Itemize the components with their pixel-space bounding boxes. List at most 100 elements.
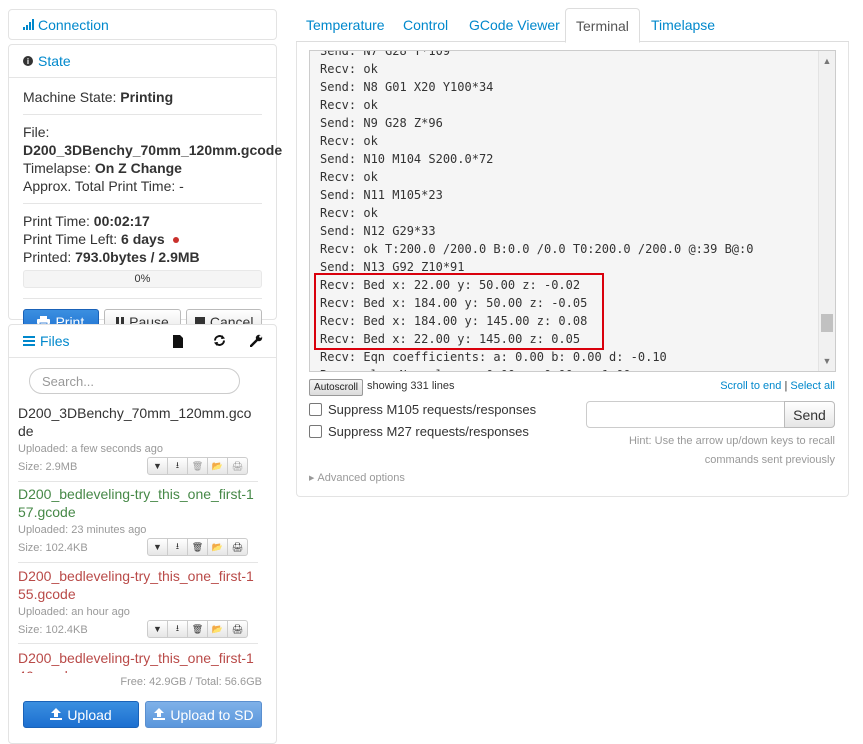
terminal-line: Send: N11 M105*23 <box>320 188 443 202</box>
file-item-uploaded: Uploaded: 23 minutes ago <box>18 524 147 536</box>
terminal-line: Recv: ok T:200.0 /200.0 B:0.0 /0.0 T0:20… <box>320 242 754 256</box>
select-all-link[interactable]: Select all <box>790 380 835 392</box>
trash-icon[interactable]: 🗑 <box>187 538 208 556</box>
search-placeholder: Search... <box>42 373 95 389</box>
files-header[interactable]: Files <box>9 325 276 358</box>
connection-title: Connection <box>38 16 109 33</box>
state-title: State <box>38 53 71 69</box>
connection-header[interactable]: Connection <box>9 10 276 39</box>
suppress-m27-row[interactable]: Suppress M27 requests/responses <box>309 424 529 439</box>
print-time-row: Print Time: 00:02:17 <box>23 212 262 230</box>
info-circle-icon: i <box>23 56 33 66</box>
file-item-name[interactable]: D200_bedleveling-try_this_one_first-146.… <box>18 649 258 673</box>
suppress-m27-label: Suppress M27 requests/responses <box>328 424 529 439</box>
scroll-to-end-link[interactable]: Scroll to end <box>720 380 781 392</box>
machine-state-value: Printing <box>120 89 174 105</box>
file-item-name[interactable]: D200_bedleveling-try_this_one_first-155.… <box>18 567 258 603</box>
terminal-line: Send: N9 G28 Z*96 <box>320 116 443 130</box>
tab-control[interactable]: Control <box>393 8 458 42</box>
terminal-line: Send: N8 G01 X20 Y100*34 <box>320 80 494 94</box>
print-progress-bar: 0% <box>23 270 262 288</box>
terminal-line: Recv: ok <box>320 98 378 112</box>
suppress-m105-label: Suppress M105 requests/responses <box>328 402 537 417</box>
tab-temperature[interactable]: Temperature <box>296 8 395 42</box>
download-icon[interactable]: ⭳ <box>167 620 188 638</box>
autoscroll-button[interactable]: Autoscroll <box>309 379 363 396</box>
approx-row: Approx. Total Print Time: - <box>23 177 262 195</box>
command-input[interactable] <box>586 401 785 428</box>
approx-value: - <box>179 178 184 194</box>
print-icon[interactable]: 🖨 <box>227 620 248 638</box>
tab-gcode-viewer[interactable]: GCode Viewer <box>459 8 570 42</box>
upload-to-sd-label: Upload to SD <box>170 706 254 723</box>
print-icon[interactable]: 🖨 <box>227 538 248 556</box>
upload-button-label: Upload <box>67 706 112 723</box>
state-header[interactable]: i State <box>9 45 276 78</box>
printed-row: Printed: 793.0bytes / 2.9MB <box>23 248 262 266</box>
link-separator: | <box>784 380 788 392</box>
terminal-line: Recv: ok <box>320 62 378 76</box>
approx-label: Approx. Total Print Time: <box>23 178 176 194</box>
upload-to-sd-button[interactable]: Upload to SD <box>145 701 262 728</box>
terminal-line: Recv: ok <box>320 206 378 220</box>
time-left-indicator-icon <box>172 237 179 244</box>
advanced-options-label: Advanced options <box>317 472 405 484</box>
chevron-down-icon[interactable]: ▼ <box>147 538 168 556</box>
download-icon[interactable]: ⭳ <box>167 538 188 556</box>
upload-icon <box>153 707 166 723</box>
file-icon[interactable] <box>173 335 183 351</box>
refresh-icon[interactable] <box>213 334 226 350</box>
connection-panel: Connection <box>8 9 277 40</box>
terminal-links: Scroll to end | Select all <box>720 380 835 392</box>
suppress-m27-checkbox[interactable] <box>309 425 322 438</box>
scroll-down-icon[interactable]: ▼ <box>819 353 835 369</box>
trash-icon[interactable]: 🗑 <box>187 457 208 475</box>
folder-open-icon[interactable]: 📂 <box>207 620 228 638</box>
scroll-up-icon[interactable]: ▲ <box>819 53 835 69</box>
wrench-icon[interactable] <box>249 334 263 350</box>
chevron-down-icon[interactable]: ▼ <box>147 620 168 638</box>
terminal-line: Recv: ok <box>320 134 378 148</box>
send-button-label: Send <box>793 406 826 423</box>
machine-state-label: Machine State: <box>23 89 117 105</box>
file-actions: ▼ ⭳ 🗑 📂 🖨 <box>147 538 857 556</box>
print-icon[interactable]: 🖨 <box>227 457 248 475</box>
file-name-value: D200_3DBenchy_70mm_120mm.gcode <box>23 142 283 158</box>
files-search-input[interactable]: Search... <box>29 368 240 394</box>
timelapse-value: On Z Change <box>94 160 182 176</box>
terminal-line: Recv: Eqn coefficients: a: 0.00 b: 0.00 … <box>320 350 667 364</box>
folder-open-icon[interactable]: 📂 <box>207 457 228 475</box>
advanced-options-toggle[interactable]: ▶ Advanced options <box>309 472 405 484</box>
scrollbar-thumb[interactable] <box>821 314 833 332</box>
time-left-value: 6 days <box>121 231 165 247</box>
terminal-line: Send: N10 M104 S200.0*72 <box>320 152 494 166</box>
terminal-line: Recv: planeNormal: x: -0.00 y: 0.00 z: 1… <box>320 366 753 371</box>
signal-bars-icon <box>23 19 34 30</box>
terminal-line: Send: N12 G29*33 <box>320 224 436 238</box>
timelapse-label: Timelapse: <box>23 160 91 176</box>
time-left-row: Print Time Left: 6 days <box>23 230 262 248</box>
suppress-m105-row[interactable]: Suppress M105 requests/responses <box>309 402 536 417</box>
trash-icon[interactable]: 🗑 <box>187 620 208 638</box>
files-title: Files <box>40 333 70 349</box>
chevron-down-icon[interactable]: ▼ <box>147 457 168 475</box>
terminal-scrollbar[interactable]: ▲ ▼ <box>818 51 835 371</box>
state-panel: i State Machine State: Printing File: D2… <box>8 44 283 335</box>
terminal-line: Recv: ok <box>320 170 378 184</box>
send-button[interactable]: Send <box>784 401 835 428</box>
file-label: File: <box>23 124 50 140</box>
tab-timelapse[interactable]: Timelapse <box>641 8 725 42</box>
caret-right-icon: ▶ <box>309 475 315 482</box>
time-left-label: Print Time Left: <box>23 231 118 247</box>
file-list-clip: D200_bedleveling-try_this_one_first-146.… <box>18 649 258 673</box>
download-icon[interactable]: ⭳ <box>167 457 188 475</box>
print-time-label: Print Time: <box>23 213 90 229</box>
folder-open-icon[interactable]: 📂 <box>207 538 228 556</box>
file-item-name[interactable]: D200_bedleveling-try_this_one_first-157.… <box>18 485 258 521</box>
timelapse-row: Timelapse: On Z Change <box>23 159 262 177</box>
file-item-name[interactable]: D200_3DBenchy_70mm_120mm.gcode <box>18 404 258 440</box>
tab-terminal[interactable]: Terminal <box>565 8 640 43</box>
tab-bar: Temperature Control GCode Viewer Termina… <box>296 8 849 43</box>
suppress-m105-checkbox[interactable] <box>309 403 322 416</box>
upload-button[interactable]: Upload <box>23 701 139 728</box>
